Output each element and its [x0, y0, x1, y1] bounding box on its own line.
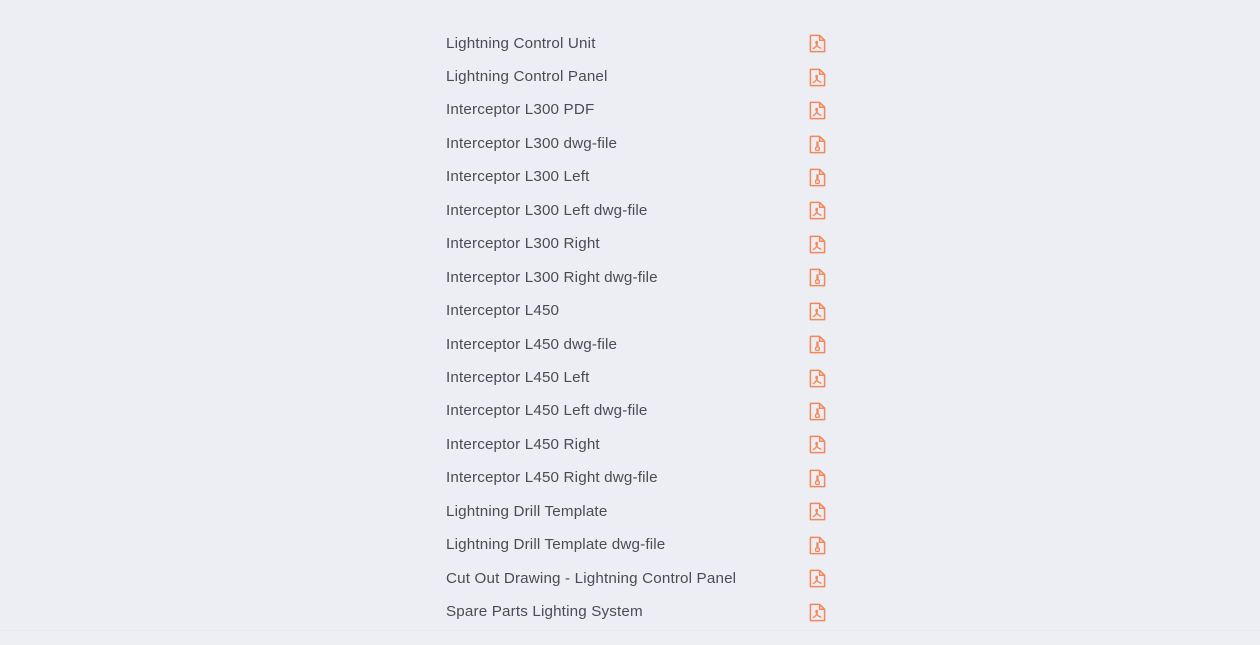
download-title: Lightning Drill Template [446, 502, 608, 520]
dwg-file-icon[interactable] [809, 335, 826, 354]
download-title: Interceptor L300 Left [446, 168, 590, 186]
download-row[interactable]: Lightning Drill Template dwg-file [446, 529, 826, 562]
dwg-file-icon[interactable] [809, 536, 826, 555]
download-row[interactable]: Interceptor L450 dwg-file [446, 328, 826, 361]
pdf-file-icon[interactable] [809, 235, 826, 254]
download-title: Interceptor L300 Right [446, 235, 600, 253]
download-row[interactable]: Interceptor L300 Right [446, 228, 826, 261]
download-title: Cut Out Drawing - Lightning Control Pane… [446, 569, 737, 587]
dwg-file-icon[interactable] [809, 135, 826, 154]
download-title: Interceptor L450 Right dwg-file [446, 469, 658, 487]
download-title: Interceptor L450 dwg-file [446, 335, 618, 353]
pdf-file-icon[interactable] [809, 101, 826, 120]
dwg-file-icon[interactable] [809, 402, 826, 421]
download-row[interactable]: Lightning Drill Template [446, 495, 826, 528]
download-row[interactable]: Interceptor L450 Left [446, 361, 826, 394]
pdf-file-icon[interactable] [809, 68, 826, 87]
download-title: Interceptor L300 Left dwg-file [446, 201, 648, 219]
pdf-file-icon[interactable] [809, 435, 826, 454]
pdf-file-icon[interactable] [809, 302, 826, 321]
pdf-file-icon[interactable] [809, 603, 826, 622]
download-row[interactable]: Interceptor L300 PDF [446, 94, 826, 127]
download-row[interactable]: Interceptor L450 Right [446, 428, 826, 461]
pdf-file-icon[interactable] [809, 502, 826, 521]
download-title: Interceptor L450 Left [446, 368, 590, 386]
dwg-file-icon[interactable] [809, 469, 826, 488]
download-title: Interceptor L450 Left dwg-file [446, 402, 648, 420]
download-row[interactable]: Interceptor L300 dwg-file [446, 127, 826, 160]
download-row[interactable]: Interceptor L300 Left dwg-file [446, 194, 826, 227]
download-title: Interceptor L450 [446, 302, 560, 320]
pdf-file-icon[interactable] [809, 569, 826, 588]
download-title: Lightning Drill Template dwg-file [446, 536, 666, 554]
download-title: Lightning Control Unit [446, 34, 596, 52]
download-title: Lightning Control Panel [446, 68, 608, 86]
download-row[interactable]: Interceptor L300 Left [446, 161, 826, 194]
page-footer-band [0, 630, 1260, 645]
download-row[interactable]: Interceptor L450 [446, 295, 826, 328]
download-title: Interceptor L450 Right [446, 435, 600, 453]
download-title: Spare Parts Lighting System [446, 603, 643, 621]
pdf-file-icon[interactable] [809, 201, 826, 220]
download-title: Interceptor L300 PDF [446, 101, 595, 119]
dwg-file-icon[interactable] [809, 268, 826, 287]
download-row[interactable]: Lightning Control Panel [446, 60, 826, 93]
downloads-list: Lightning Control Unit Lightning Control … [446, 0, 826, 629]
download-row[interactable]: Spare Parts Lighting System [446, 595, 826, 628]
download-title: Interceptor L300 Right dwg-file [446, 268, 658, 286]
download-row[interactable]: Lightning Control Unit [446, 27, 826, 60]
download-row[interactable]: Interceptor L450 Right dwg-file [446, 462, 826, 495]
download-row[interactable]: Interceptor L300 Right dwg-file [446, 261, 826, 294]
download-row[interactable]: Cut Out Drawing - Lightning Control Pane… [446, 562, 826, 595]
dwg-file-icon[interactable] [809, 168, 826, 187]
download-row[interactable]: Interceptor L450 Left dwg-file [446, 395, 826, 428]
pdf-file-icon[interactable] [809, 369, 826, 388]
pdf-file-icon[interactable] [809, 34, 826, 53]
download-title: Interceptor L300 dwg-file [446, 134, 618, 152]
